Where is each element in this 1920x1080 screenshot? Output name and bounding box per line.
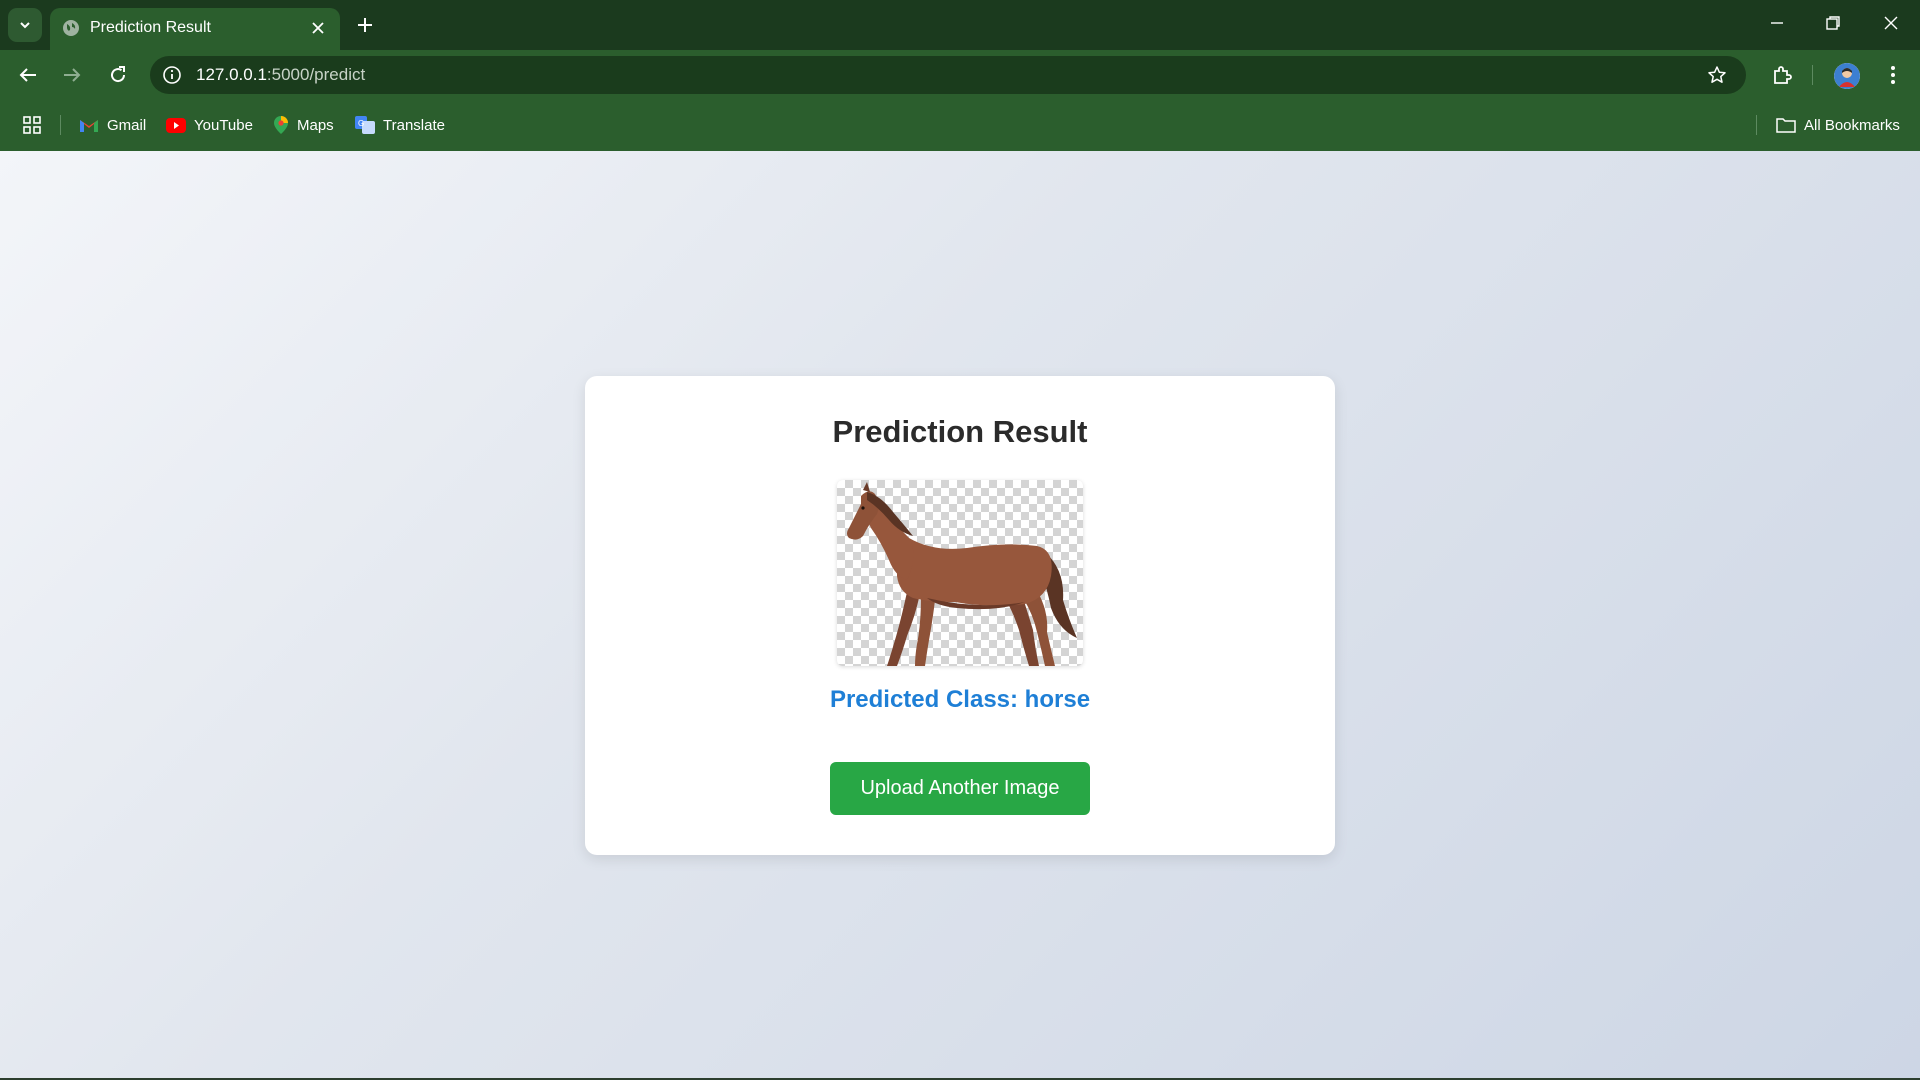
page-title: Prediction Result	[832, 414, 1088, 449]
bookmark-label: Gmail	[107, 116, 147, 134]
gmail-icon	[80, 120, 98, 132]
more-menu-icon[interactable]	[1882, 64, 1904, 86]
prediction-result: Predicted Class: horse	[829, 686, 1091, 713]
upload-another-image-button[interactable]: Upload Another Image	[830, 762, 1090, 815]
close-window-icon[interactable]	[1880, 12, 1902, 34]
all-bookmarks-label: All Bookmarks	[1804, 116, 1900, 134]
bookmark-gmail[interactable]: Gmail	[79, 114, 146, 136]
bookmarks-divider-right	[1756, 115, 1757, 135]
chevron-down-icon	[20, 22, 30, 29]
browser-toolbar: 127.0.0.1:5000/predict	[0, 50, 1920, 100]
tab-title: Prediction Result	[90, 19, 211, 36]
globe-icon	[63, 20, 79, 36]
page-viewport: Prediction Result Predicted Class: horse…	[0, 151, 1920, 1080]
profile-picture-icon	[1834, 63, 1860, 89]
back-arrow-icon[interactable]	[16, 63, 40, 87]
bookmark-maps[interactable]: Maps	[273, 114, 334, 136]
folder-icon	[1776, 118, 1796, 133]
translate-icon: G	[355, 116, 375, 134]
minimize-icon[interactable]	[1766, 12, 1788, 34]
new-tab-icon[interactable]	[354, 14, 376, 36]
bookmark-translate[interactable]: G Translate	[355, 114, 445, 136]
maps-icon	[274, 116, 288, 134]
url-path: :5000/predict	[266, 65, 366, 84]
bookmarks-bar: Gmail YouTube Maps G Translate All Bookm…	[0, 100, 1920, 151]
svg-text:G: G	[358, 119, 364, 128]
bookmark-label: Maps	[297, 116, 334, 134]
all-bookmarks[interactable]: All Bookmarks	[1776, 114, 1900, 136]
active-tab[interactable]: Prediction Result	[50, 8, 340, 50]
bookmark-label: Translate	[383, 116, 445, 134]
apps-grid-icon[interactable]	[22, 115, 42, 135]
toolbar-divider	[1812, 65, 1813, 85]
horse-image	[847, 482, 1077, 666]
close-tab-icon[interactable]	[309, 19, 327, 37]
youtube-icon	[166, 117, 186, 133]
bookmark-label: YouTube	[194, 116, 253, 134]
bookmark-star-icon[interactable]	[1707, 65, 1727, 85]
address-bar[interactable]: 127.0.0.1:5000/predict	[150, 56, 1746, 94]
bookmarks-divider	[60, 115, 61, 135]
uploaded-image	[837, 480, 1083, 666]
url-text[interactable]: 127.0.0.1:5000/predict	[196, 65, 365, 85]
reload-icon[interactable]	[106, 63, 130, 87]
tab-strip: Prediction Result	[0, 0, 1920, 50]
result-card: Prediction Result Predicted Class: horse…	[585, 376, 1335, 855]
url-host: 127.0.0.1	[196, 65, 267, 84]
profile-avatar[interactable]	[1834, 63, 1860, 89]
forward-arrow-icon[interactable]	[60, 63, 84, 87]
restore-icon[interactable]	[1822, 12, 1844, 34]
extensions-puzzle-icon[interactable]	[1770, 63, 1794, 87]
tab-search-button[interactable]	[8, 8, 42, 42]
bookmark-youtube[interactable]: YouTube	[166, 114, 253, 136]
site-info-icon[interactable]	[162, 65, 182, 85]
